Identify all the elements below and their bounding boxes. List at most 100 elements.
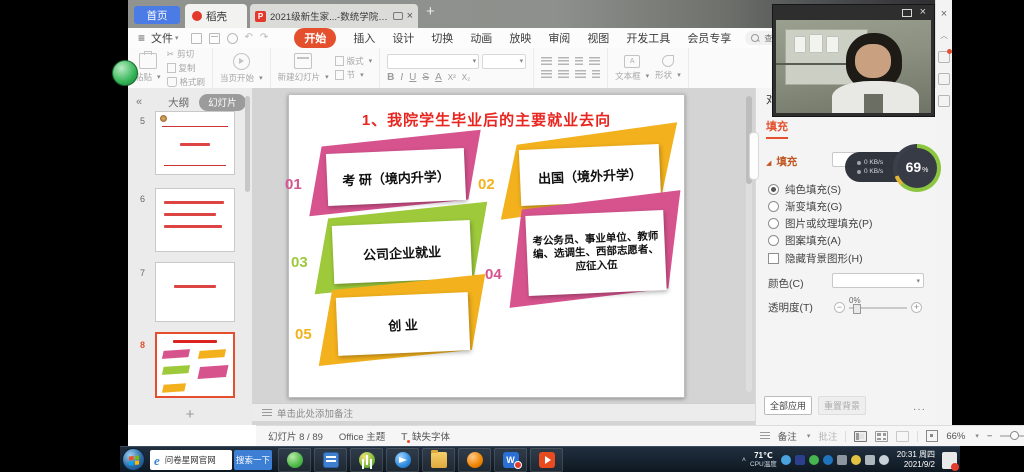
transparency-slider[interactable]: 0% bbox=[849, 307, 907, 309]
new-tab-button[interactable]: + bbox=[426, 3, 435, 20]
menu-item-view[interactable]: 视图 bbox=[587, 30, 609, 46]
menu-item-transition[interactable]: 切换 bbox=[431, 30, 453, 46]
close-icon[interactable]: × bbox=[920, 7, 926, 18]
justify-icon[interactable] bbox=[592, 70, 600, 79]
slide-item-gongwuyuan[interactable]: 04 考公务员、事业单位、教师编、选调生、西部志愿者、应征入伍 bbox=[501, 207, 669, 299]
theme-name[interactable]: Office 主题 bbox=[339, 429, 385, 443]
underline-button[interactable]: U bbox=[409, 72, 416, 83]
ribbon-collapse-icon[interactable]: ︿ bbox=[940, 30, 948, 41]
align-right-icon[interactable] bbox=[575, 70, 586, 79]
menu-item-devtools[interactable]: 开发工具 bbox=[626, 30, 670, 46]
fill-section-header[interactable]: ◢ 填充 bbox=[766, 154, 797, 169]
fill-tab[interactable]: 填充 bbox=[766, 118, 788, 139]
slide-item-qiye[interactable]: 03 公司企业就业 bbox=[307, 217, 475, 287]
apply-all-button[interactable]: 全部应用 bbox=[764, 396, 812, 415]
tray-icon-flag[interactable] bbox=[795, 455, 805, 465]
document-tab[interactable]: P 2021级新生家...-数统学院家长会 × bbox=[250, 4, 418, 28]
collapse-sidebar-icon[interactable]: « bbox=[136, 96, 142, 108]
slide-sorter-view-button[interactable] bbox=[875, 431, 888, 442]
tray-clock[interactable]: 20:31 周四 2021/9/2 bbox=[897, 450, 935, 470]
menu-item-membership[interactable]: 会员专享 bbox=[687, 30, 731, 46]
comments-toggle[interactable]: 批注 bbox=[818, 429, 837, 443]
align-left-icon[interactable] bbox=[541, 70, 552, 79]
slide-canvas[interactable]: 1、我院学生毕业后的主要就业去向 01 考 研（境内升学） 02 出国（境外升学… bbox=[288, 94, 685, 398]
paste-button[interactable]: 粘贴▾ bbox=[135, 53, 161, 83]
zoom-out-button[interactable]: − bbox=[987, 431, 993, 442]
webcam-overlay-window[interactable]: × bbox=[772, 4, 935, 117]
home-tab[interactable]: 首页 bbox=[134, 6, 180, 24]
copy-button[interactable]: 复制 bbox=[167, 62, 206, 74]
menu-item-design[interactable]: 设计 bbox=[392, 30, 414, 46]
panel-collapse-handle[interactable] bbox=[749, 132, 759, 180]
reset-background-button[interactable]: 重置背景 bbox=[818, 396, 866, 415]
superscript-button[interactable]: X² bbox=[448, 73, 456, 82]
tray-icon-arrow[interactable] bbox=[837, 455, 847, 465]
window-close-icon[interactable]: × bbox=[941, 8, 947, 20]
add-slide-button[interactable]: + bbox=[186, 406, 195, 423]
checkbox-hide-background[interactable]: 隐藏背景图形(H) bbox=[768, 251, 863, 266]
zoom-level[interactable]: 66% bbox=[946, 431, 965, 442]
tray-icon-shield[interactable] bbox=[851, 455, 861, 465]
print-icon[interactable] bbox=[209, 33, 220, 44]
tray-icon-green[interactable] bbox=[809, 455, 819, 465]
menu-item-review[interactable]: 审阅 bbox=[548, 30, 570, 46]
indent-icon[interactable] bbox=[575, 57, 583, 66]
zoom-knob[interactable] bbox=[1010, 431, 1019, 440]
cut-button[interactable]: ✂剪切 bbox=[167, 48, 206, 60]
slide-thumbnail-5[interactable] bbox=[155, 111, 235, 175]
taskbar-app-wps[interactable]: W bbox=[494, 448, 527, 472]
taskbar-app-360safe[interactable] bbox=[350, 448, 383, 472]
radio-pattern-fill[interactable]: 图案填充(A) bbox=[768, 233, 841, 248]
properties-pane-icon[interactable] bbox=[938, 73, 950, 85]
textbox-button[interactable]: A 文本框▾ bbox=[615, 55, 649, 82]
fit-slide-icon[interactable] bbox=[926, 430, 938, 442]
menu-item-animation[interactable]: 动画 bbox=[470, 30, 492, 46]
cpu-temp-widget[interactable]: 71℃ CPU温度 bbox=[750, 452, 777, 468]
transparency-minus-button[interactable]: − bbox=[834, 302, 845, 313]
taskbar-app-wpp-active[interactable] bbox=[530, 448, 563, 472]
normal-view-button[interactable] bbox=[854, 431, 867, 442]
menu-item-slideshow[interactable]: 放映 bbox=[509, 30, 531, 46]
notes-toggle-icon[interactable] bbox=[760, 432, 770, 440]
taskbar-app-browser360[interactable] bbox=[278, 448, 311, 472]
notes-toggle[interactable]: 备注 bbox=[778, 429, 797, 443]
transparency-plus-button[interactable]: + bbox=[911, 302, 922, 313]
taskbar-search-box[interactable]: e bbox=[150, 450, 232, 470]
selection-pane-icon[interactable] bbox=[938, 51, 950, 63]
redo-icon[interactable]: ↷ bbox=[260, 33, 268, 43]
taskbar-app-cleaner[interactable] bbox=[458, 448, 491, 472]
tray-icon-bluetooth[interactable] bbox=[823, 455, 833, 465]
file-menu[interactable]: 文件 bbox=[151, 30, 173, 46]
taskbar-app-browser[interactable] bbox=[386, 448, 419, 472]
bullet-list-icon[interactable] bbox=[541, 57, 552, 66]
slide-title[interactable]: 1、我院学生毕业后的主要就业去向 bbox=[289, 109, 684, 130]
number-list-icon[interactable] bbox=[558, 57, 569, 66]
menu-item-insert[interactable]: 插入 bbox=[353, 30, 375, 46]
taskbar-search-button[interactable]: 搜索一下 bbox=[234, 450, 272, 470]
tab-slides[interactable]: 幻灯片 bbox=[199, 94, 246, 111]
animation-pane-icon[interactable] bbox=[938, 95, 950, 107]
play-from-current-button[interactable]: 当页开始▾ bbox=[220, 53, 263, 84]
format-painter-button[interactable]: 格式刷 bbox=[167, 76, 206, 88]
slide-thumbnail-6[interactable] bbox=[155, 188, 235, 252]
slide-item-kaoyan[interactable]: 01 考 研（境内升学） bbox=[301, 145, 469, 209]
undo-icon[interactable]: ↶ bbox=[245, 33, 253, 43]
taskbar-app-videoplayer[interactable] bbox=[314, 448, 347, 472]
notification-icon[interactable] bbox=[942, 452, 957, 469]
notes-bar[interactable]: 单击此处添加备注 bbox=[252, 403, 755, 421]
section-button[interactable]: 节▾ bbox=[335, 69, 373, 81]
layout-button[interactable]: 版式▾ bbox=[335, 55, 373, 67]
save-icon[interactable] bbox=[191, 33, 202, 44]
preview-icon[interactable] bbox=[227, 33, 238, 44]
radio-picture-fill[interactable]: 图片或纹理填充(P) bbox=[768, 216, 873, 231]
font-name-select[interactable]: ▾ bbox=[387, 54, 479, 69]
slide-thumbnail-7[interactable] bbox=[155, 262, 235, 322]
italic-button[interactable]: I bbox=[400, 72, 403, 83]
taskbar-search-input[interactable] bbox=[163, 454, 227, 466]
more-options-icon[interactable]: ··· bbox=[913, 404, 926, 415]
tray-icon-blue[interactable] bbox=[781, 455, 791, 465]
color-select[interactable]: ▾ bbox=[832, 273, 924, 288]
font-color-button[interactable]: A bbox=[435, 72, 442, 83]
floating-assistant-ball[interactable] bbox=[112, 60, 138, 86]
align-center-icon[interactable] bbox=[558, 70, 569, 79]
